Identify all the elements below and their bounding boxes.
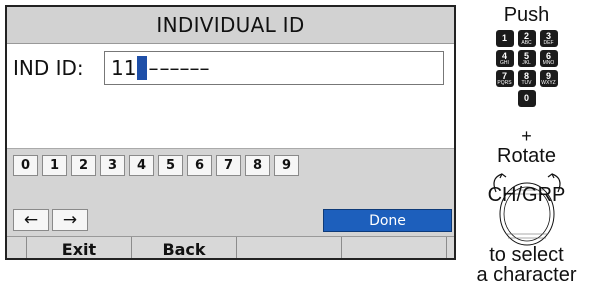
hard-key-6: 6 MNO <box>539 50 558 67</box>
hard-key-letters: GHI <box>500 59 509 66</box>
id-label: IND ID: <box>13 56 84 80</box>
hard-key-0: 0 <box>517 90 536 107</box>
softkey-blank-left[interactable] <box>7 237 27 258</box>
id-placeholder-first: – <box>148 56 159 80</box>
hard-key-letters: DEF <box>543 39 554 46</box>
softkey-bar: Exit Back <box>7 236 454 258</box>
digit-key-1[interactable]: 1 <box>42 155 67 176</box>
hard-key-letters: JKL <box>522 59 531 66</box>
digit-key-8[interactable]: 8 <box>245 155 270 176</box>
hard-key-2: 2 ABC <box>517 30 536 47</box>
digit-keys: 0123456789 <box>13 155 303 176</box>
dial-label: CH/GRP <box>487 184 566 206</box>
hard-key-3: 3 DEF <box>539 30 558 47</box>
radio-screen: INDIVIDUAL ID IND ID: 11– ––––– 012345678… <box>5 5 456 260</box>
id-row: IND ID: <box>7 51 84 85</box>
arrow-left-icon: ← <box>23 210 39 230</box>
digit-key-3[interactable]: 3 <box>100 155 125 176</box>
hard-key-letters: ABC <box>521 39 532 46</box>
id-value: 11 <box>111 56 137 80</box>
screen-title: INDIVIDUAL ID <box>7 7 454 44</box>
hard-key-row: 4 GHI 5 JKL 6 MNO <box>460 50 593 67</box>
digit-key-0[interactable]: 0 <box>13 155 38 176</box>
hard-key-9: 9 WXYZ <box>539 70 558 87</box>
hard-key-8: 8 TUV <box>517 70 536 87</box>
back-softkey[interactable]: Back <box>132 237 237 258</box>
id-placeholder-tail: ––––– <box>159 56 210 80</box>
instruction-panel: Push 1 2 ABC 3 DEF 4 GHI 5 JKL 6 MNO 7 PQRS 8 TUV 9 WXYZ… <box>460 0 593 289</box>
hard-keypad: 1 2 ABC 3 DEF 4 GHI 5 JKL 6 MNO 7 PQRS 8 TUV 9 WXYZ 0 <box>460 30 593 110</box>
hard-key-1: 1 <box>495 30 514 47</box>
hard-key-4: 4 GHI <box>495 50 514 67</box>
exit-softkey[interactable]: Exit <box>27 237 132 258</box>
hard-key-letters: TUV <box>521 79 532 86</box>
hard-key-row: 0 <box>460 90 593 107</box>
hard-key-7: 7 PQRS <box>495 70 514 87</box>
push-text: Push <box>503 4 550 26</box>
digit-key-6[interactable]: 6 <box>187 155 212 176</box>
hard-key-letters: PQRS <box>497 79 512 86</box>
digit-key-9[interactable]: 9 <box>274 155 299 176</box>
hard-key-letters: MNO <box>542 59 555 66</box>
cursor-arrows: ← → <box>13 209 91 231</box>
hard-key-row: 1 2 ABC 3 DEF <box>460 30 593 47</box>
softkey-blank-4[interactable] <box>342 237 447 258</box>
done-button[interactable]: Done <box>323 209 452 232</box>
hard-key-number: 0 <box>523 93 529 103</box>
plus-text: + <box>521 126 532 146</box>
arrow-right-icon: → <box>62 210 78 230</box>
arrow-right-button[interactable]: → <box>52 209 88 231</box>
hard-key-5: 5 JKL <box>517 50 536 67</box>
digit-key-4[interactable]: 4 <box>129 155 154 176</box>
hard-key-number: 1 <box>501 33 507 43</box>
softkey-blank-right[interactable] <box>447 237 454 258</box>
rotate-text: Rotate <box>497 145 556 167</box>
digit-key-5[interactable]: 5 <box>158 155 183 176</box>
hard-key-letters: WXYZ <box>541 79 556 86</box>
digit-key-2[interactable]: 2 <box>71 155 96 176</box>
arrow-left-button[interactable]: ← <box>13 209 49 231</box>
id-input-field[interactable]: 11– ––––– <box>104 51 444 85</box>
text-cursor <box>137 56 148 80</box>
a-character-text: a character <box>476 264 577 286</box>
digit-key-7[interactable]: 7 <box>216 155 241 176</box>
soft-keypad: 0123456789 ← → Done <box>7 148 454 237</box>
softkey-blank-3[interactable] <box>237 237 342 258</box>
hard-key-row: 7 PQRS 8 TUV 9 WXYZ <box>460 70 593 87</box>
